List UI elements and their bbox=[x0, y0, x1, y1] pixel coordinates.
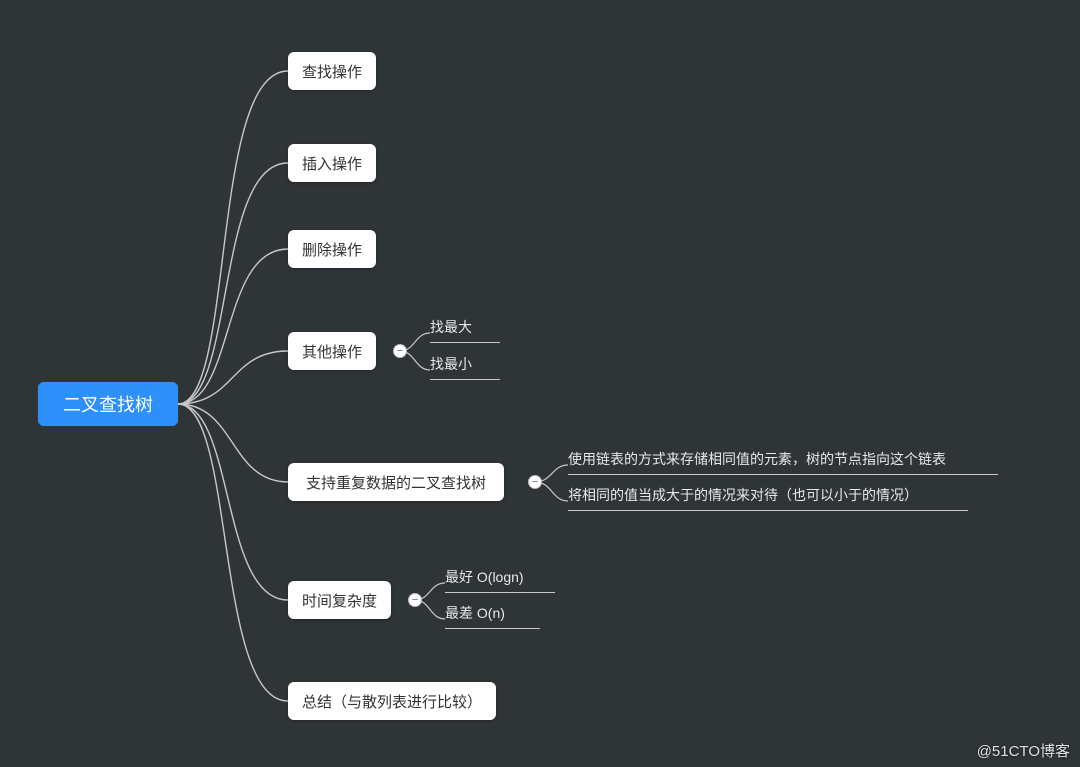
leaf-label: 使用链表的方式来存储相同值的元素，树的节点指向这个链表 bbox=[568, 451, 946, 467]
watermark-text: @51CTO博客 bbox=[977, 743, 1070, 760]
collapse-icon[interactable]: − bbox=[528, 475, 542, 489]
root-node[interactable]: 二叉查找树 bbox=[38, 382, 178, 426]
root-node-label: 二叉查找树 bbox=[63, 391, 153, 417]
leaf-best-case[interactable]: 最好 O(logn) bbox=[445, 567, 555, 593]
leaf-label: 最好 O(logn) bbox=[445, 569, 524, 585]
leaf-label: 找最小 bbox=[430, 356, 472, 372]
leaf-dup-greater[interactable]: 将相同的值当成大于的情况来对待（也可以小于的情况） bbox=[568, 485, 968, 511]
node-label: 支持重复数据的二叉查找树 bbox=[306, 472, 486, 493]
leaf-label: 最差 O(n) bbox=[445, 605, 505, 621]
node-label: 插入操作 bbox=[302, 153, 362, 174]
node-label: 总结（与散列表进行比较） bbox=[302, 691, 482, 712]
collapse-icon[interactable]: − bbox=[408, 593, 422, 607]
node-label: 查找操作 bbox=[302, 61, 362, 82]
node-other[interactable]: 其他操作 bbox=[288, 332, 376, 370]
node-label: 其他操作 bbox=[302, 341, 362, 362]
leaf-label: 将相同的值当成大于的情况来对待（也可以小于的情况） bbox=[568, 487, 918, 503]
watermark: @51CTO博客 bbox=[977, 740, 1070, 761]
node-insert[interactable]: 插入操作 bbox=[288, 144, 376, 182]
leaf-dup-linkedlist[interactable]: 使用链表的方式来存储相同值的元素，树的节点指向这个链表 bbox=[568, 449, 998, 475]
leaf-min[interactable]: 找最小 bbox=[430, 354, 500, 380]
collapse-icon[interactable]: − bbox=[393, 344, 407, 358]
leaf-label: 找最大 bbox=[430, 319, 472, 335]
node-time[interactable]: 时间复杂度 bbox=[288, 581, 391, 619]
node-label: 删除操作 bbox=[302, 239, 362, 260]
node-summary[interactable]: 总结（与散列表进行比较） bbox=[288, 682, 496, 720]
node-delete[interactable]: 删除操作 bbox=[288, 230, 376, 268]
leaf-worst-case[interactable]: 最差 O(n) bbox=[445, 603, 540, 629]
node-label: 时间复杂度 bbox=[302, 590, 377, 611]
node-duplicate[interactable]: 支持重复数据的二叉查找树 bbox=[288, 463, 504, 501]
node-search[interactable]: 查找操作 bbox=[288, 52, 376, 90]
leaf-max[interactable]: 找最大 bbox=[430, 317, 500, 343]
